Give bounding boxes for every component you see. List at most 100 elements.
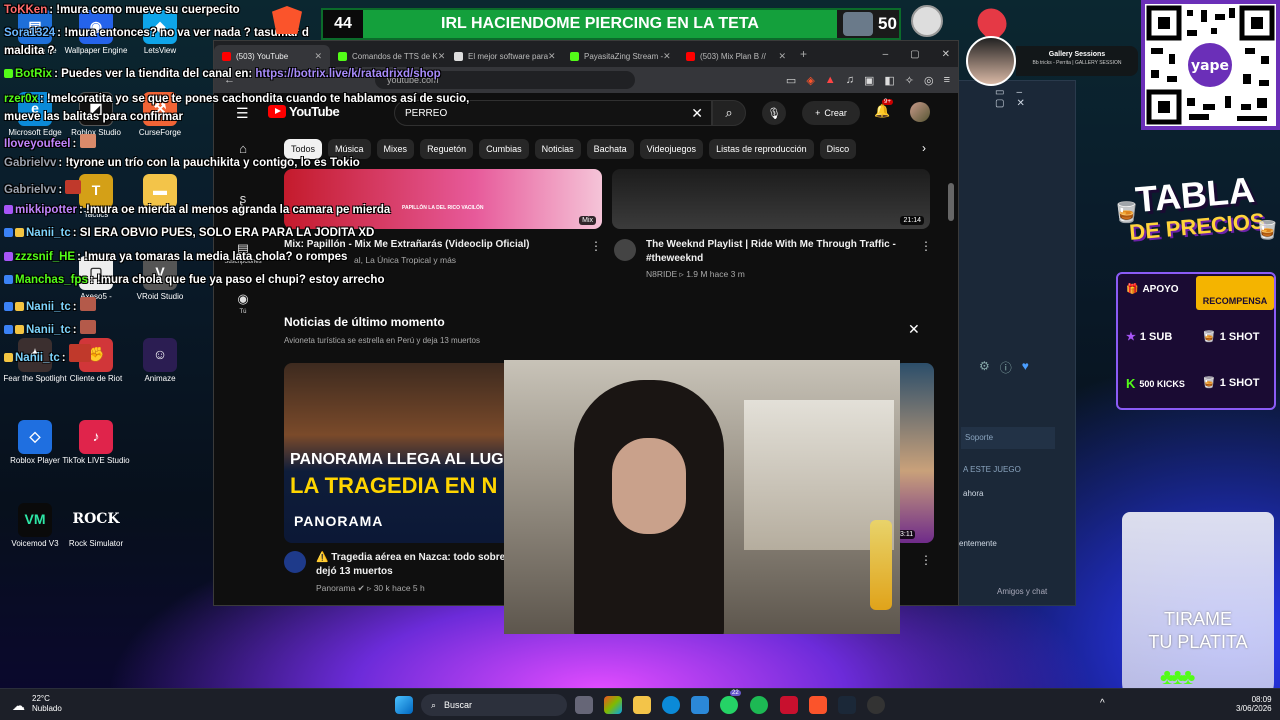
dismiss-news-icon[interactable]: ✕ — [908, 321, 920, 338]
search-button[interactable]: ⌕ — [712, 100, 746, 126]
obs-icon[interactable] — [867, 696, 885, 714]
chip-bachata[interactable]: Bachata — [586, 139, 634, 159]
more-options-icon[interactable]: ⋮ — [590, 239, 602, 253]
chip-playlists[interactable]: Listas de reproducción — [709, 139, 814, 159]
table-cell: K 500 KICKS — [1126, 376, 1185, 391]
steam-support-button[interactable]: Soporte — [961, 427, 1055, 449]
mix-badge: Mix — [579, 216, 596, 225]
chat-message: mueve las balitas para confirmar — [4, 111, 183, 123]
weather-widget[interactable]: ☁ 22°C Nublado — [12, 694, 62, 713]
bell-icon: 🔔 — [874, 103, 891, 118]
crown-badge-icon — [15, 302, 24, 311]
desktop-icon-voicemod[interactable]: VM Voicemod V3 — [0, 503, 70, 549]
crown-badge-icon — [15, 325, 24, 334]
clock[interactable]: 08:09 3/06/2026 — [1236, 695, 1272, 713]
crown-badge-icon — [4, 353, 13, 362]
sub-badge-icon — [4, 302, 13, 311]
extensions-icon[interactable]: ✧ — [905, 74, 914, 87]
news-thumbnail[interactable]: PANORAMA LLEGA AL LUGA LA TRAGEDIA EN N … — [284, 363, 514, 543]
steam-icon[interactable] — [838, 696, 856, 714]
emote-icon — [65, 180, 82, 194]
voicemod-icon: VM — [18, 503, 52, 537]
tab-mix[interactable]: (503) Mix Plan B //✕ — [678, 45, 794, 67]
chip-noticias[interactable]: Noticias — [534, 139, 581, 159]
now-playing-card: Gallery Sessions Bb tricks - Perrita | G… — [1016, 46, 1138, 76]
cloud-icon: ☁ — [12, 698, 25, 713]
minimize-icon[interactable]: – — [883, 49, 889, 60]
menu-icon[interactable]: ≡ — [944, 74, 950, 87]
chip-disco[interactable]: Disco — [819, 139, 857, 159]
create-button[interactable]: + Crear — [802, 101, 860, 125]
tab-stream[interactable]: PayasitaZing Stream - ✕ — [562, 45, 678, 67]
task-view-icon[interactable] — [575, 696, 593, 714]
tip-jar-text: TIRAME TU PLATITA — [1148, 609, 1248, 652]
shot-glass-icon: 🥃 — [1202, 377, 1216, 389]
close-window-icon[interactable]: ✕ — [942, 49, 950, 60]
gear-icon[interactable]: ⚙ — [979, 359, 990, 376]
steam-action-icons: ⚙ ⓘ ♥ — [979, 359, 1029, 376]
bot-badge-icon — [4, 69, 13, 78]
heart-icon[interactable]: ♥ — [1022, 359, 1029, 376]
steam-line: entemente — [959, 539, 997, 548]
close-icon[interactable]: ✕ — [663, 51, 671, 62]
start-windows-icon[interactable] — [395, 696, 413, 714]
desktop-icon-tiktok-live[interactable]: ♪ TikTok LIVE Studio — [61, 420, 131, 466]
spotify-icon[interactable] — [750, 696, 768, 714]
voice-search-button[interactable]: 🎙 — [762, 101, 786, 125]
new-tab-button[interactable]: + — [800, 47, 807, 61]
duration-badge: 21:14 — [900, 216, 924, 225]
sub-badge-icon — [4, 252, 13, 261]
scrollbar-thumb[interactable] — [948, 183, 954, 221]
riot-icon[interactable] — [780, 696, 798, 714]
rewards-icon[interactable]: ▲ — [825, 74, 836, 87]
cast-icon[interactable]: ▭ — [786, 74, 796, 87]
taskbar-search[interactable]: ⌕ Buscar — [421, 694, 567, 716]
brave-icon[interactable] — [272, 6, 302, 34]
app-icon[interactable] — [911, 5, 943, 37]
desktop-icon-roblox-player[interactable]: ◇ Roblox Player — [0, 420, 70, 466]
more-options-icon[interactable]: ⋮ — [920, 239, 932, 253]
chevron-right-icon[interactable]: › — [922, 141, 926, 155]
shop-link[interactable]: https://botrix.live/k/ratadrixd/shop — [255, 68, 440, 80]
close-icon[interactable]: ✕ — [778, 51, 786, 62]
notification-badge: 9+ — [882, 99, 893, 105]
channel-avatar[interactable] — [614, 239, 636, 261]
news-video-title[interactable]: ⚠️ Tragedia aérea en Nazca: todo sobre de… — [316, 551, 516, 579]
video-thumbnail-weeknd[interactable]: 21:14 — [612, 169, 930, 229]
copilot-icon[interactable] — [604, 696, 622, 714]
steam-window-controls[interactable]: ▭–▢✕ — [995, 87, 1075, 109]
news-thumbnail-2[interactable]: 3:11 — [894, 363, 934, 543]
brave-icon[interactable] — [809, 696, 827, 714]
rock-icon: ROCK — [72, 511, 120, 528]
video-channel[interactable]: N8RIDE ▹ 1.9 M hace 3 m — [646, 269, 745, 280]
goal-target: 50 — [878, 14, 897, 33]
chat-overlay: ToKKen: !mura como mueve su cuerpecito S… — [0, 0, 520, 364]
music-icon[interactable]: ♫ — [846, 74, 854, 87]
table-header: 🎁 APOYO — [1126, 284, 1179, 295]
chat-message: Sora1324: !mura entonces? no va ver nada… — [4, 27, 309, 39]
chevron-up-icon[interactable]: ^ — [1100, 698, 1105, 709]
sub-badge-icon — [4, 325, 13, 334]
brave-shield-icon[interactable]: ◈ — [806, 74, 814, 87]
steam-friends-button[interactable]: Amigos y chat — [997, 587, 1047, 596]
chat-message: rzer0x: !melcoratita yo se que te pones … — [4, 93, 470, 105]
channel-avatar[interactable] — [284, 551, 306, 573]
gift-icon: 🎁 — [1126, 284, 1139, 295]
clear-search-icon[interactable]: ✕ — [691, 105, 703, 122]
chip-videojuegos[interactable]: Videojuegos — [639, 139, 704, 159]
edge-icon[interactable] — [662, 696, 680, 714]
close-icon[interactable]: ✕ — [548, 51, 556, 62]
maximize-icon[interactable]: ▢ — [910, 49, 919, 60]
avatar[interactable] — [910, 102, 930, 122]
tabs-icon[interactable]: ▣ — [864, 74, 874, 87]
sidebar-icon[interactable]: ◧ — [884, 74, 894, 87]
file-explorer-icon[interactable] — [633, 696, 651, 714]
whatsapp-icon[interactable]: 22 — [720, 690, 741, 714]
more-options-icon[interactable]: ⋮ — [920, 553, 932, 567]
info-icon[interactable]: ⓘ — [1000, 359, 1012, 376]
video-title[interactable]: The Weeknd Playlist | Ride With Me Throu… — [646, 238, 906, 266]
desktop-icon-rock-simulator[interactable]: ROCK Rock Simulator — [61, 503, 131, 549]
vpn-icon[interactable]: ◎ — [924, 74, 934, 87]
store-icon[interactable] — [691, 696, 709, 714]
notifications-button[interactable]: 🔔 9+ — [874, 99, 893, 119]
